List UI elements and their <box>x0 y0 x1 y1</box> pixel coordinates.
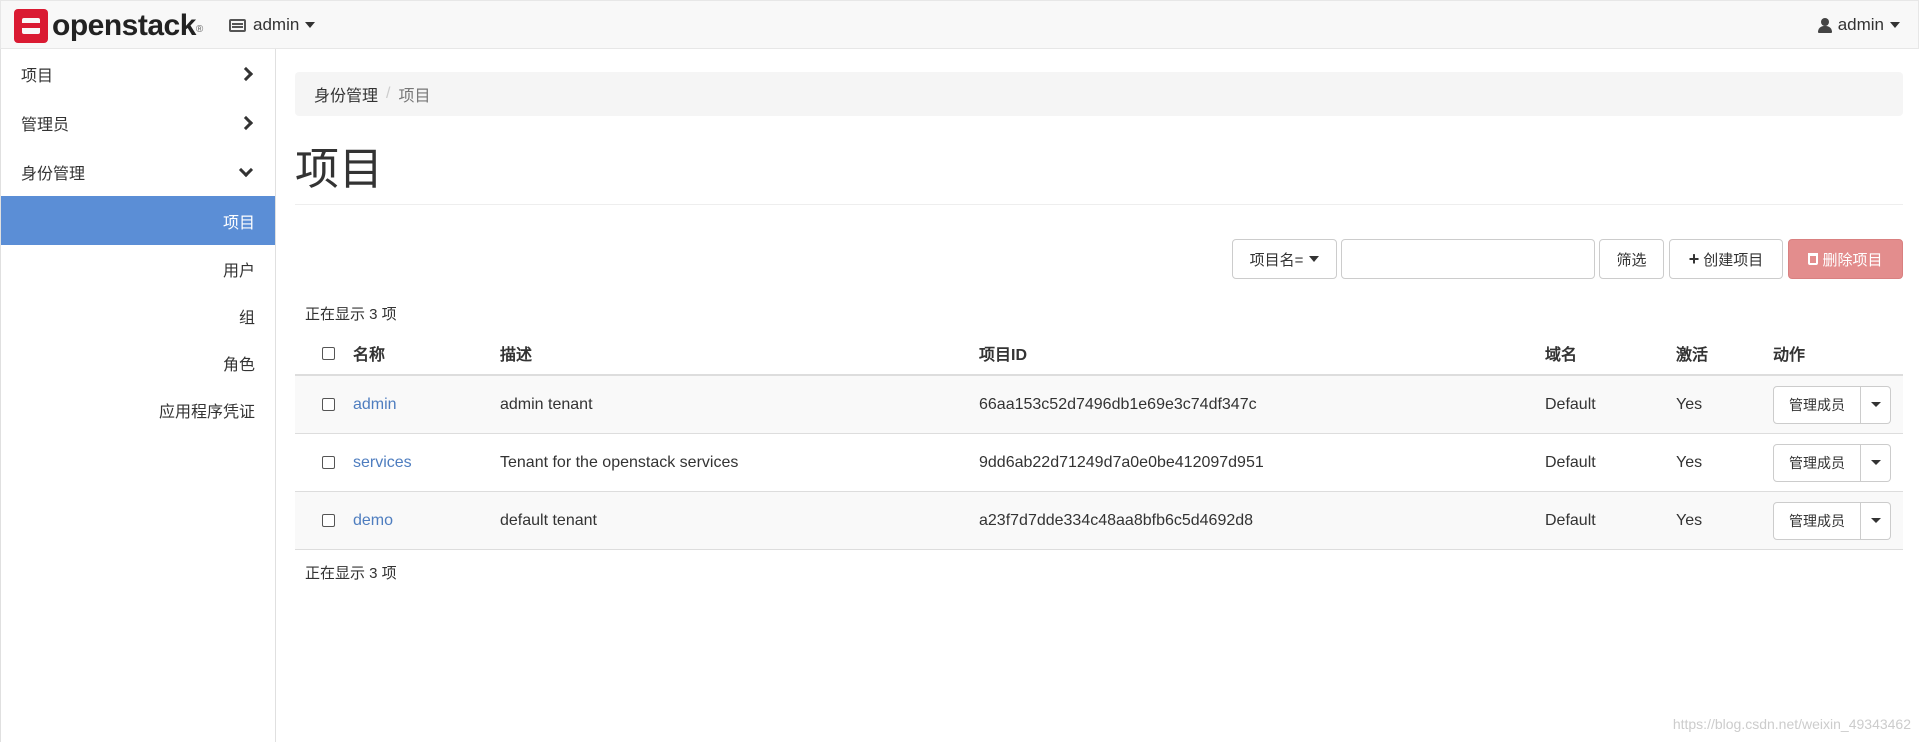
caret-down-icon <box>305 22 316 28</box>
project-domain: Default <box>1545 395 1596 413</box>
sidebar-item-groups[interactable]: 组 <box>1 292 275 339</box>
table-row: services Tenant for the openstack servic… <box>295 434 1903 492</box>
select-all-checkbox[interactable] <box>321 346 335 360</box>
sidebar-section-label: 管理员 <box>21 116 70 134</box>
openstack-logo[interactable]: openstack ® <box>14 9 203 43</box>
project-id: 9dd6ab22d71249d7a0e0be412097d951 <box>979 453 1264 471</box>
sidebar-item-roles[interactable]: 角色 <box>1 339 275 386</box>
project-enabled: Yes <box>1676 453 1703 471</box>
watermark: https://blog.csdn.net/weixin_49343462 <box>1672 716 1911 732</box>
row-checkbox[interactable] <box>321 398 335 411</box>
table-toolbar: 项目名= 筛选 + 创建项目 删除项目 <box>1232 239 1903 279</box>
delete-projects-label: 删除项目 <box>1822 251 1883 269</box>
user-menu[interactable]: admin <box>1817 15 1900 35</box>
row-actions-dropdown-toggle[interactable] <box>1861 501 1891 540</box>
column-header-enabled[interactable]: 激活 <box>1676 341 1773 365</box>
caret-down-icon <box>1309 256 1320 262</box>
breadcrumb: 身份管理 / 项目 <box>295 72 1903 116</box>
row-action-group: 管理成员 <box>1773 501 1891 540</box>
project-switcher-label: admin <box>253 15 300 34</box>
trash-icon <box>1808 253 1819 265</box>
project-description: admin tenant <box>500 395 593 413</box>
breadcrumb-parent[interactable]: 身份管理 <box>314 82 378 106</box>
manage-members-button[interactable]: 管理成员 <box>1773 443 1861 482</box>
project-id: 66aa153c52d7496db1e69e3c74df347c <box>979 395 1257 413</box>
delete-projects-button[interactable]: 删除项目 <box>1788 239 1903 279</box>
project-name-link[interactable]: services <box>353 454 412 471</box>
item-count-bottom: 正在显示 3 项 <box>305 565 397 582</box>
filter-button[interactable]: 筛选 <box>1599 239 1664 279</box>
sidebar-section-identity[interactable]: 身份管理 <box>1 147 275 196</box>
project-switcher[interactable]: admin <box>229 15 316 35</box>
row-actions-dropdown-toggle[interactable] <box>1861 385 1891 424</box>
project-description: default tenant <box>500 511 597 529</box>
caret-down-icon <box>1870 518 1881 523</box>
row-checkbox[interactable] <box>321 514 335 527</box>
create-project-button[interactable]: + 创建项目 <box>1669 239 1783 279</box>
project-id: a23f7d7dde334c48aa8bfb6c5d4692d8 <box>979 511 1254 529</box>
project-enabled: Yes <box>1676 395 1703 413</box>
project-description: Tenant for the openstack services <box>500 453 739 471</box>
caret-down-icon <box>1890 22 1900 28</box>
filter-field-label: 项目名= <box>1249 251 1304 269</box>
table-row: demo default tenant a23f7d7dde334c48aa8b… <box>295 492 1903 550</box>
sidebar-item-projects[interactable]: 项目 <box>1 196 275 245</box>
sidebar-item-app-credentials[interactable]: 应用程序凭证 <box>1 386 275 433</box>
sidebar-item-users[interactable]: 用户 <box>1 245 275 292</box>
manage-members-button[interactable]: 管理成员 <box>1773 385 1861 424</box>
caret-down-icon <box>1870 460 1881 465</box>
table-header: 名称 描述 项目ID 域名 激活 动作 <box>295 332 1903 376</box>
row-actions-dropdown-toggle[interactable] <box>1861 443 1891 482</box>
project-name-link[interactable]: admin <box>353 396 397 413</box>
column-header-name[interactable]: 名称 <box>353 341 500 365</box>
sidebar: 项目 管理员 身份管理 项目 用户 组 角色 应用程序凭证 <box>0 49 276 742</box>
column-header-project-id[interactable]: 项目ID <box>979 341 1545 365</box>
user-icon <box>1817 17 1832 33</box>
breadcrumb-current: 项目 <box>398 88 431 105</box>
row-action-group: 管理成员 <box>1773 443 1891 482</box>
create-project-label: 创建项目 <box>1703 251 1764 269</box>
sidebar-section-label: 身份管理 <box>21 165 86 183</box>
chevron-right-icon <box>238 115 254 130</box>
openstack-logo-icon <box>14 9 48 43</box>
chevron-right-icon <box>238 66 254 81</box>
user-menu-label: admin <box>1837 15 1884 34</box>
row-checkbox[interactable] <box>321 456 335 469</box>
registered-mark: ® <box>195 24 204 35</box>
chevron-down-icon <box>238 162 254 177</box>
plus-icon: + <box>1688 248 1700 269</box>
caret-down-icon <box>1870 402 1881 407</box>
top-navbar: openstack ® admin admin <box>0 0 1919 49</box>
project-domain: Default <box>1545 453 1596 471</box>
sidebar-section-admin[interactable]: 管理员 <box>1 98 275 147</box>
title-divider <box>295 204 1903 205</box>
row-action-group: 管理成员 <box>1773 385 1891 424</box>
project-enabled: Yes <box>1676 511 1703 529</box>
sidebar-section-label: 项目 <box>21 67 54 85</box>
project-icon <box>229 18 246 32</box>
breadcrumb-separator: / <box>386 85 391 102</box>
sidebar-section-project[interactable]: 项目 <box>1 49 275 98</box>
page-title: 项目 <box>295 145 383 194</box>
manage-members-button[interactable]: 管理成员 <box>1773 501 1861 540</box>
filter-input[interactable] <box>1341 239 1595 279</box>
project-name-link[interactable]: demo <box>353 512 393 529</box>
brand-name: openstack <box>52 9 196 42</box>
item-count-top: 正在显示 3 项 <box>305 306 397 323</box>
column-header-domain[interactable]: 域名 <box>1545 341 1676 365</box>
project-domain: Default <box>1545 511 1596 529</box>
filter-field-select[interactable]: 项目名= <box>1232 239 1337 279</box>
column-header-description[interactable]: 描述 <box>500 341 979 365</box>
table-row: admin admin tenant 66aa153c52d7496db1e69… <box>295 376 1903 434</box>
projects-table: 名称 描述 项目ID 域名 激活 动作 admin admin tenant 6… <box>295 332 1903 550</box>
column-header-actions: 动作 <box>1773 347 1806 364</box>
